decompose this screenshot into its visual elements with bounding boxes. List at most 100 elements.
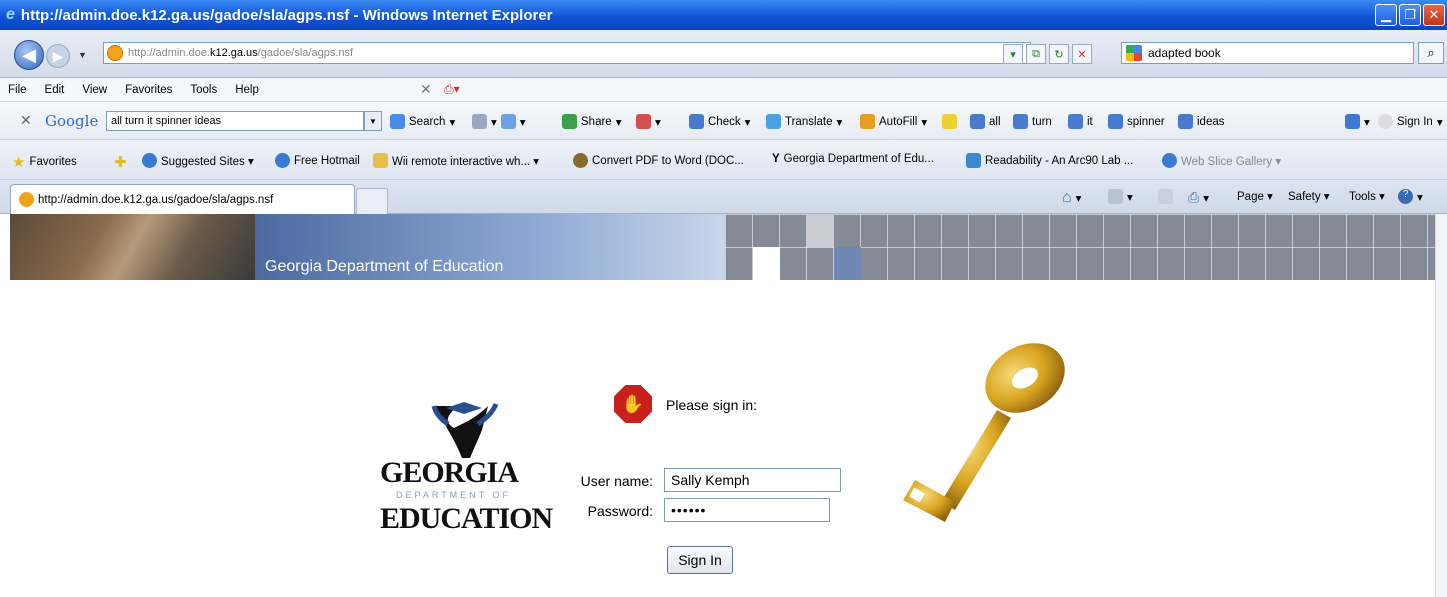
term-ideas[interactable]: ideas: [1178, 114, 1225, 129]
google-check-button[interactable]: Check ▾: [689, 114, 750, 129]
menu-file[interactable]: File: [8, 84, 27, 96]
new-tab-button[interactable]: [356, 188, 388, 214]
menu-edit[interactable]: Edit: [45, 84, 65, 96]
address-bar[interactable]: http://admin.doe. k12.ga.us/gadoe/sla/agp…: [103, 42, 1031, 64]
site-icon: [107, 45, 123, 61]
address-dropdown-icon[interactable]: ▾: [1003, 44, 1023, 64]
menu-help[interactable]: Help: [235, 84, 259, 96]
minimize-button[interactable]: ▁: [1375, 4, 1397, 26]
term-icon: [1178, 114, 1193, 129]
google-toolbar: ✕ Google all turn it spinner ideas ▼ Sea…: [0, 102, 1447, 140]
site-icon: [966, 153, 981, 168]
google-search-button[interactable]: Search ▾: [390, 114, 455, 129]
acrobat-icon[interactable]: ⎙▾: [444, 82, 460, 97]
site-icon: [19, 192, 34, 207]
signin-message: Please sign in:: [666, 397, 758, 413]
back-button[interactable]: ◀: [14, 40, 44, 70]
ie-icon: [142, 153, 157, 168]
add-star-icon: ✚: [114, 154, 127, 171]
search-input[interactable]: adapted book: [1121, 42, 1414, 64]
toolbar-misc-icons[interactable]: ▾ ▾: [472, 114, 526, 129]
google-autofill-button[interactable]: AutoFill ▾: [860, 114, 927, 129]
highlight-button[interactable]: [942, 114, 957, 129]
ie-icon: [1162, 153, 1177, 168]
menu-view[interactable]: View: [82, 84, 107, 96]
toolbar-close-icon[interactable]: ✕: [420, 81, 432, 98]
compatibility-icon[interactable]: ⧉: [1026, 44, 1046, 64]
help-icon: ?: [1398, 189, 1413, 204]
add-favorite-button[interactable]: ✚: [114, 153, 127, 171]
refresh-icon[interactable]: ↻: [1049, 44, 1069, 64]
menu-tools[interactable]: Tools: [190, 84, 217, 96]
maximize-button[interactable]: ❐: [1399, 4, 1421, 26]
fav-wii-remote[interactable]: Wii remote interactive wh... ▾: [373, 153, 539, 168]
term-turn[interactable]: turn: [1013, 114, 1052, 129]
page-menu[interactable]: Page ▾: [1237, 189, 1273, 203]
ie-icon: [275, 153, 290, 168]
fav-georgia-doe[interactable]: Y Georgia Department of Edu...: [772, 153, 934, 165]
window-titlebar: e http://admin.doe.k12.ga.us/gadoe/sla/a…: [0, 0, 1447, 30]
search-go-button[interactable]: ⌕: [1418, 42, 1444, 64]
term-spinner[interactable]: spinner: [1108, 114, 1165, 129]
google-logo: Google: [45, 111, 99, 130]
tab-active[interactable]: http://admin.doe.k12.ga.us/gadoe/sla/agp…: [10, 184, 355, 214]
folder-icon: [373, 153, 388, 168]
help-button[interactable]: ? ▾: [1398, 189, 1423, 204]
home-button[interactable]: ⌂ ▾: [1062, 189, 1081, 207]
search-provider-icon: [1126, 45, 1142, 61]
favorites-bar: ★ Favorites ✚ Suggested Sites ▾ Free Hotm…: [0, 140, 1447, 180]
georgia-doe-icon: Y: [772, 153, 780, 165]
print-icon: ⎙: [1188, 189, 1200, 205]
stop-icon[interactable]: ✕: [1072, 44, 1092, 64]
fav-web-slice-gallery[interactable]: Web Slice Gallery ▾: [1162, 153, 1281, 168]
fav-suggested-sites[interactable]: Suggested Sites ▾: [142, 153, 254, 168]
history-dropdown-icon[interactable]: ▼: [78, 50, 87, 60]
fav-readability[interactable]: Readability - An Arc90 Lab ...: [966, 153, 1133, 168]
sign-in-button[interactable]: Sign In: [667, 546, 733, 574]
google-popup-button[interactable]: ▾: [636, 114, 661, 129]
plus-icon: [500, 114, 516, 129]
favorites-button[interactable]: ★ Favorites: [12, 153, 77, 171]
term-icon: [1013, 114, 1028, 129]
navigation-bar: ◀ ▶ ▼ http://admin.doe. k12.ga.us/gadoe/s…: [0, 30, 1447, 78]
site-icon: [573, 153, 588, 168]
close-button[interactable]: ✕: [1423, 4, 1445, 26]
popup-icon: [636, 114, 651, 129]
feeds-button[interactable]: ▾: [1108, 189, 1133, 204]
term-icon: [1068, 114, 1083, 129]
menu-bar: File Edit View Favorites Tools Help ✕ ⎙▾: [0, 78, 1447, 102]
home-icon: ⌂: [1062, 189, 1072, 206]
fav-convert-pdf[interactable]: Convert PDF to Word (DOC...: [573, 153, 744, 168]
wrench-icon: [1345, 114, 1360, 129]
classroom-photo: [10, 214, 255, 280]
password-field[interactable]: ••••••: [664, 498, 830, 522]
google-toolbar-close-icon[interactable]: ✕: [20, 112, 32, 129]
google-search-dropdown-icon[interactable]: ▼: [364, 111, 382, 131]
spellcheck-icon: [689, 114, 704, 129]
logo-georgia-text: GEORGIA: [380, 456, 519, 489]
menu-favorites[interactable]: Favorites: [125, 84, 172, 96]
print-button[interactable]: ⎙ ▾: [1188, 189, 1209, 206]
read-mail-button[interactable]: [1158, 189, 1173, 204]
tools-menu[interactable]: Tools ▾: [1349, 189, 1385, 203]
term-icon: [1108, 114, 1123, 129]
stop-hand-icon: ✋: [614, 385, 652, 423]
google-share-button[interactable]: Share ▾: [562, 114, 621, 129]
google-signin-button[interactable]: Sign In ▾: [1378, 114, 1443, 129]
translate-icon: [766, 114, 781, 129]
page-banner: Georgia Department of Education: [10, 214, 1435, 280]
term-icon: [970, 114, 985, 129]
tab-bar: http://admin.doe.k12.ga.us/gadoe/sla/agp…: [0, 180, 1447, 214]
forward-button[interactable]: ▶: [46, 44, 70, 68]
google-search-input[interactable]: all turn it spinner ideas: [106, 111, 364, 131]
safety-menu[interactable]: Safety ▾: [1288, 189, 1330, 203]
username-label: User name:: [580, 473, 653, 489]
wrench-button[interactable]: ▾: [1345, 114, 1370, 129]
vertical-scrollbar[interactable]: [1435, 214, 1447, 597]
fav-free-hotmail[interactable]: Free Hotmail: [275, 153, 360, 168]
term-it[interactable]: it: [1068, 114, 1093, 129]
google-translate-button[interactable]: Translate ▾: [766, 114, 842, 129]
username-field[interactable]: Sally Kemph: [664, 468, 841, 492]
mail-icon: [1158, 189, 1173, 204]
term-all[interactable]: all: [970, 114, 1001, 129]
